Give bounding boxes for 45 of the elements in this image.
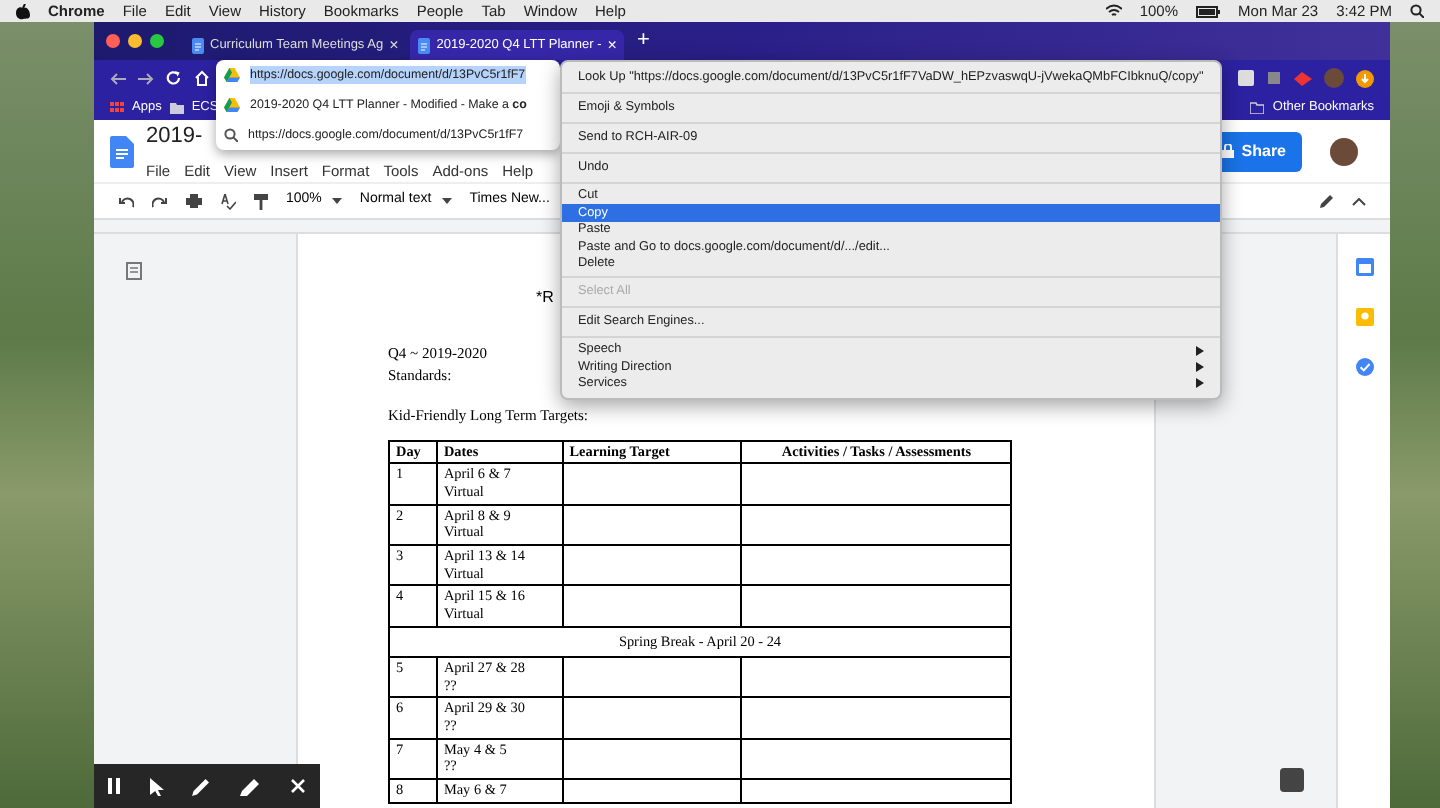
forward-icon[interactable] — [138, 71, 154, 85]
caret-icon — [331, 198, 342, 204]
spellcheck-icon[interactable] — [220, 193, 236, 209]
redo-icon[interactable] — [152, 195, 168, 207]
update-icon[interactable] — [1356, 69, 1374, 87]
close-icon[interactable] — [289, 778, 306, 794]
document-icon — [418, 37, 431, 53]
profile-avatar[interactable] — [1330, 137, 1358, 165]
drive-icon — [224, 98, 240, 112]
search-icon[interactable] — [1410, 4, 1424, 18]
marker-icon[interactable] — [240, 777, 261, 795]
new-tab-button[interactable]: + — [628, 24, 658, 58]
home-icon[interactable] — [194, 70, 210, 86]
outline-icon[interactable] — [126, 262, 142, 280]
paint-format-icon[interactable] — [254, 193, 268, 209]
folder-icon — [1250, 102, 1265, 114]
pencil-icon[interactable] — [1318, 193, 1334, 209]
minimize-window-button[interactable] — [128, 34, 142, 48]
undo-icon[interactable] — [118, 195, 134, 207]
folder-icon — [169, 102, 184, 114]
pause-icon[interactable] — [108, 778, 121, 794]
heading-text: *R — [536, 286, 554, 310]
pointer-icon[interactable] — [149, 777, 164, 795]
tasks-icon[interactable] — [1355, 358, 1373, 376]
calendar-icon[interactable] — [1355, 258, 1373, 276]
print-icon[interactable] — [186, 194, 202, 208]
caret-icon — [441, 198, 452, 204]
tab-close-button[interactable]: × — [607, 33, 617, 57]
pen-icon[interactable] — [192, 777, 211, 795]
close-window-button[interactable] — [106, 34, 120, 48]
reload-icon[interactable] — [166, 70, 182, 86]
document-icon — [192, 37, 204, 53]
drive-icon — [224, 68, 240, 82]
battery-icon — [1196, 5, 1221, 17]
back-icon[interactable] — [110, 71, 126, 85]
explore-button[interactable] — [1280, 768, 1304, 792]
zoom-window-button[interactable] — [150, 34, 164, 48]
lock-icon — [1221, 144, 1234, 158]
collapse-icon[interactable] — [1352, 197, 1366, 205]
apps-grid-icon — [110, 102, 124, 114]
wifi-icon[interactable] — [1105, 4, 1122, 18]
tab-close-button[interactable]: × — [389, 33, 399, 57]
apple-icon — [16, 3, 30, 19]
docs-logo-icon — [110, 135, 134, 167]
search-icon — [224, 128, 238, 142]
